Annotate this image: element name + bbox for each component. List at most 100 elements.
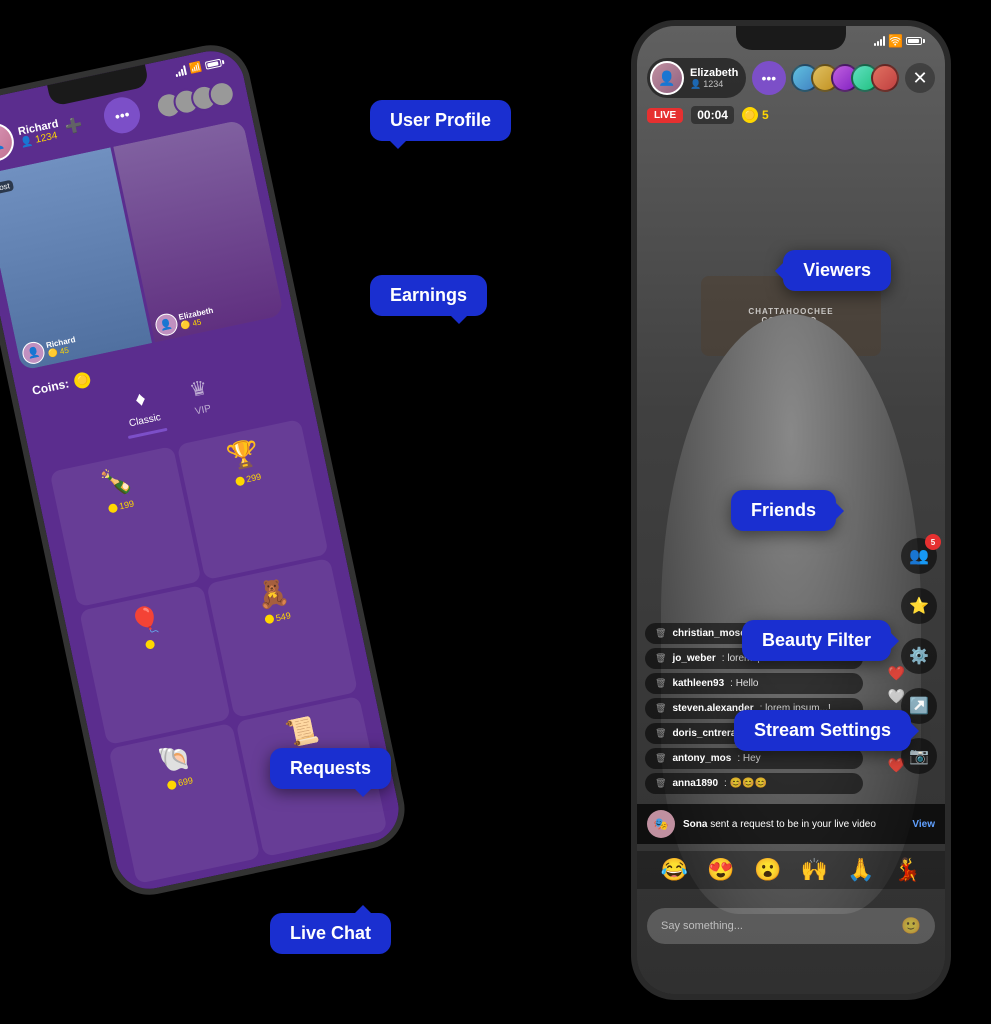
add-user-back[interactable]: ➕ <box>63 115 84 135</box>
chat-user-2: kathleen93 <box>672 678 724 689</box>
tooltip-viewers: Viewers <box>783 250 891 291</box>
gift-emoji-3: 🧸 <box>254 575 292 612</box>
dots-btn-back[interactable]: ••• <box>101 94 144 137</box>
gift-0[interactable]: 🍾 199 <box>50 446 202 607</box>
sf2 <box>877 41 879 46</box>
gift-4[interactable]: 🐚 699 <box>109 723 261 884</box>
person-icon-front: 👤 <box>690 79 701 90</box>
guest-user: 👤 Elizabeth 🟡 45 <box>153 304 216 338</box>
star-icon: ⭐ <box>909 596 929 616</box>
sf4 <box>883 36 885 46</box>
viewer-5 <box>871 64 899 92</box>
tooltip-friends: Friends <box>731 490 836 531</box>
viewer-row-front <box>791 64 899 92</box>
sf3 <box>880 39 882 46</box>
view-btn[interactable]: View <box>912 819 935 830</box>
camera-icon: 📷 <box>909 746 929 766</box>
gifts-grid: 🍾 199 🏆 299 🎈 <box>32 408 405 895</box>
chat-del-5: 🗑 <box>655 753 666 764</box>
req-text: Sona sent a request to be in your live v… <box>683 818 904 831</box>
live-bar: LIVE 00:04 🟡 5 <box>647 106 769 124</box>
top-bar-front: 👤 Elizabeth 👤 1234 ••• <box>637 54 945 102</box>
input-bar[interactable]: Say something... 🙂 <box>647 908 935 944</box>
friends-btn[interactable]: 👥 5 <box>901 538 937 574</box>
gift-emoji-1: 🏆 <box>224 436 262 473</box>
emoji-2[interactable]: 😮 <box>754 857 781 883</box>
chat-msg-6: 🗑 anna1890 : 😊😊😊 <box>645 773 863 794</box>
gift-3[interactable]: 🧸 549 <box>206 557 358 718</box>
request-bar: 🎭 Sona sent a request to be in your live… <box>637 804 945 844</box>
smiley-icon: 🙂 <box>901 916 921 936</box>
user-pill-front[interactable]: 👤 Elizabeth 👤 1234 <box>647 58 746 98</box>
price-dot-0 <box>108 502 119 513</box>
host-badge: Host <box>0 179 15 195</box>
gift-price-3: 549 <box>264 610 292 625</box>
friends-badge: 5 <box>925 534 941 550</box>
user-name-front: Elizabeth <box>690 67 738 79</box>
close-btn[interactable]: ✕ <box>905 63 935 93</box>
dots-btn-front[interactable]: ••• <box>752 61 786 95</box>
battery-front <box>906 37 925 45</box>
gift-price-4: 699 <box>166 776 194 791</box>
chat-del-2: 🗑 <box>655 678 666 689</box>
chat-text-6: : 😊😊😊 <box>724 778 767 789</box>
gear-icon: ⚙️ <box>909 646 929 666</box>
gift-emoji-0: 🍾 <box>97 464 135 501</box>
chat-user-0: christian_moser <box>672 628 749 639</box>
beauty-filter-btn[interactable]: ⭐ <box>901 588 937 624</box>
live-badge: LIVE <box>647 108 683 123</box>
host-user: 👤 Richard 🟡 45 <box>20 333 78 366</box>
tooltip-user-profile: User Profile <box>370 100 511 141</box>
req-avatar: 🎭 <box>647 810 675 838</box>
chat-text-5: : Hey <box>737 753 760 764</box>
chat-del-3: 🗑 <box>655 703 666 714</box>
person-icon-back: 👤 <box>19 135 33 148</box>
emoji-bar: 😂 😍 😮 🙌 🙏 💃 <box>637 851 945 889</box>
share-icon: ↗️ <box>909 696 929 716</box>
input-placeholder: Say something... <box>661 920 901 932</box>
tooltip-earnings: Earnings <box>370 275 487 316</box>
sig2 <box>178 71 181 76</box>
gift-price-2 <box>144 639 157 650</box>
chat-msg-2: 🗑 kathleen93 : Hello <box>645 673 863 694</box>
friends-icon: 👥 <box>909 546 929 566</box>
emoji-4[interactable]: 🙏 <box>847 857 874 883</box>
tooltip-requests: Requests <box>270 748 391 789</box>
gift-2[interactable]: 🎈 <box>79 585 231 746</box>
emoji-0[interactable]: 😂 <box>661 857 688 883</box>
notch-front <box>736 26 846 50</box>
coins-live: 🟡 5 <box>742 107 769 123</box>
tab-classic[interactable]: ♦ Classic <box>119 385 168 439</box>
guest-avatar: 👤 <box>153 312 179 338</box>
chat-del-1: 🗑 <box>655 653 666 664</box>
chat-text-2: : Hello <box>730 678 758 689</box>
user-details-back: Richard 👤 1234 <box>17 117 62 148</box>
chat-user-1: jo_weber <box>672 653 715 664</box>
emoji-3[interactable]: 🙌 <box>801 857 828 883</box>
signal-front <box>874 36 885 46</box>
coin-icon: 🟡 <box>73 371 92 390</box>
gift-1[interactable]: 🏆 299 <box>177 419 329 580</box>
crown-icon: ♛ <box>187 375 210 403</box>
chat-del-4: 🗑 <box>655 728 666 739</box>
emoji-5[interactable]: 💃 <box>894 857 921 883</box>
tab-vip[interactable]: ♛ VIP <box>187 375 214 425</box>
tooltip-beauty-filter: Beauty Filter <box>742 620 891 661</box>
user-avatar-front: 👤 <box>650 61 684 95</box>
sf1 <box>874 43 876 46</box>
price-dot-4 <box>166 780 177 791</box>
chat-user-4: doris_cntreras <box>672 728 741 739</box>
chat-msg-5: 🗑 antony_mos : Hey <box>645 748 863 769</box>
user-text-front: Elizabeth 👤 1234 <box>690 67 738 90</box>
signal-icons-front: 🛜 <box>874 34 925 48</box>
active-line <box>128 428 168 439</box>
emoji-1[interactable]: 😍 <box>707 857 734 883</box>
timer: 00:04 <box>691 106 734 124</box>
price-dot-1 <box>235 475 246 486</box>
chat-del-0: 🗑 <box>655 628 666 639</box>
price-dot-3 <box>264 614 275 625</box>
gift-price-0: 199 <box>107 498 135 513</box>
gift-price-1: 299 <box>235 471 263 486</box>
avatar-back: 👤 <box>0 120 17 165</box>
chat-user-5: antony_mos <box>672 753 731 764</box>
